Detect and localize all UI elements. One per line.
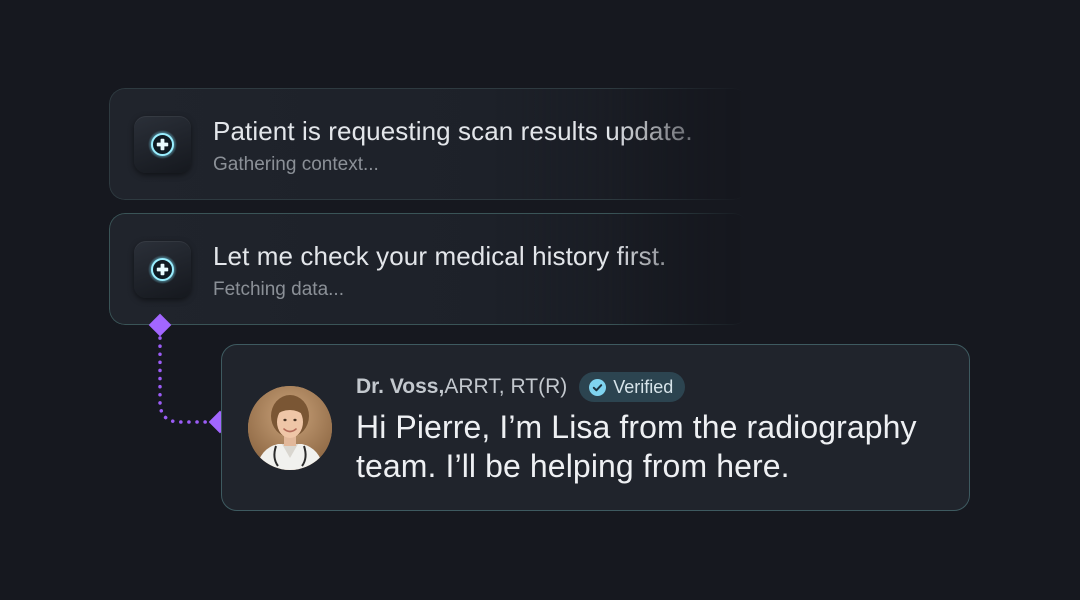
verified-label: Verified bbox=[613, 376, 674, 397]
connector-dotted-line bbox=[158, 336, 214, 424]
agent-update-status: Fetching data... bbox=[213, 279, 344, 300]
verified-check-icon bbox=[589, 378, 607, 396]
medical-cross-icon bbox=[148, 255, 177, 284]
agent-icon-tile bbox=[134, 241, 191, 298]
medical-cross-icon bbox=[148, 130, 177, 159]
agent-update-status: Gathering context... bbox=[213, 154, 379, 175]
verified-badge: Verified bbox=[579, 372, 686, 402]
agent-update-title: Patient is requesting scan results updat… bbox=[213, 116, 693, 146]
avatar-image bbox=[248, 386, 332, 470]
agent-update-title: Let me check your medical history first. bbox=[213, 241, 667, 271]
doctor-avatar bbox=[248, 386, 332, 470]
doctor-credentials: ARRT, RT(R) bbox=[444, 375, 568, 398]
agent-update-card: Let me check your medical history first.… bbox=[109, 213, 749, 325]
human-reply-card: Dr. Voss, ARRT, RT(R) Verified Hi Pierre… bbox=[221, 344, 970, 511]
doctor-name: Dr. Voss, bbox=[356, 375, 445, 398]
chat-handoff-view: Patient is requesting scan results updat… bbox=[0, 0, 1080, 600]
agent-update-card: Patient is requesting scan results updat… bbox=[109, 88, 749, 200]
agent-icon-tile bbox=[134, 116, 191, 173]
reply-message: Hi Pierre, I’m Lisa from the radiography… bbox=[356, 409, 917, 484]
reply-header: Dr. Voss, ARRT, RT(R) Verified bbox=[356, 371, 686, 403]
